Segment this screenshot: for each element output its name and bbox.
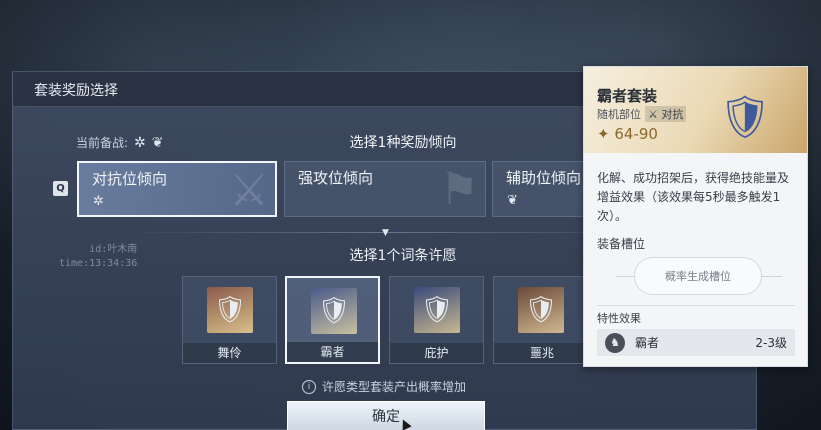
wish-hint: i 许愿类型套装产出概率增加 xyxy=(302,378,466,395)
watermark-info: id:叶木南 time:13:34:36 xyxy=(59,243,137,271)
tooltip-slot-placeholder: 概率生成槽位 xyxy=(634,257,762,295)
trait-emblem-icon: ♞ xyxy=(605,332,625,353)
wish-option-label: 舞伶 xyxy=(183,343,276,363)
wish-option-label: 噩兆 xyxy=(494,343,590,363)
wish-option-overlord[interactable]: 🛡 霸者 xyxy=(285,276,380,364)
tendency-option-confront[interactable]: 对抗位倾向 ✲ ⚔ xyxy=(77,161,277,217)
crossed-swords-icon: ⚔ xyxy=(229,165,269,216)
wish-option-shelter[interactable]: 🛡 庇护 xyxy=(389,276,484,364)
crossed-swords-icon: ⚔ xyxy=(648,108,658,121)
tendency-option-label: 辅助位倾向 xyxy=(506,169,582,187)
watermark-time: time:13:34:36 xyxy=(59,258,138,269)
tooltip-trait-title: 特性效果 xyxy=(597,312,641,325)
lotus-emblem-icon: ❦ xyxy=(507,193,518,208)
tooltip-stat-range: ✦ 64-90 xyxy=(597,125,658,143)
wish-option-omen[interactable]: 🛡 噩兆 xyxy=(493,276,591,364)
tooltip-description: 化解、成功招架后，获得绝技能量及增益效果（该效果每5秒最多触发1次）。 xyxy=(597,171,790,223)
wish-option-label: 庇护 xyxy=(390,343,483,363)
tooltip-slot-type: 随机部位 xyxy=(597,108,641,121)
wish-option-dancer[interactable]: 🛡 舞伶 xyxy=(182,276,277,364)
star-emblem-icon: ✲ xyxy=(134,134,146,151)
armor-piece-icon: 🛡 xyxy=(518,287,564,333)
sparkle-icon: ✦ xyxy=(597,125,610,143)
info-icon: i xyxy=(302,379,316,394)
tendency-title: 选择1种奖励倾向 xyxy=(349,135,457,151)
watermark-id: id:叶木南 xyxy=(89,244,138,255)
lotus-emblem-icon: ❦ xyxy=(151,134,164,151)
tooltip-subinfo: 随机部位 ⚔ 对抗 xyxy=(597,106,687,122)
confirm-button[interactable]: 确定 xyxy=(287,401,485,430)
tendency-option-label: 强攻位倾向 xyxy=(298,169,374,187)
tooltip-divider xyxy=(597,305,795,306)
tendency-option-assault[interactable]: 强攻位倾向 ⚑ xyxy=(284,161,486,217)
slot-connector-line xyxy=(616,276,636,277)
wish-option-label: 霸者 xyxy=(287,342,378,362)
armor-piece-icon: 🛡 xyxy=(718,92,772,141)
tooltip-trait-name: 霸者 xyxy=(635,336,660,350)
armor-piece-icon: 🛡 xyxy=(414,287,460,333)
tooltip-header: 霸者套装 随机部位 ⚔ 对抗 ✦ 64-90 🛡 xyxy=(584,67,807,153)
armor-piece-icon: 🛡 xyxy=(207,287,253,333)
wish-title: 选择1个词条许愿 xyxy=(349,248,457,264)
tooltip-role-label: 对抗 xyxy=(661,108,684,121)
star-emblem-icon: ✲ xyxy=(93,194,104,209)
tendency-option-label: 对抗位倾向 xyxy=(92,170,168,188)
current-loadout-label: 当前备战: xyxy=(76,136,129,150)
hotkey-q-badge: Q xyxy=(53,181,68,196)
set-tooltip-panel: 霸者套装 随机部位 ⚔ 对抗 ✦ 64-90 🛡 化解、成功招架后，获得绝技能量… xyxy=(583,66,808,367)
tooltip-set-name: 霸者套装 xyxy=(597,87,658,105)
slot-connector-line xyxy=(762,276,782,277)
tooltip-trait-row: ♞ 霸者 2-3级 xyxy=(597,329,795,356)
assault-emblem-icon: ⚑ xyxy=(439,164,479,215)
tooltip-range-value: 64-90 xyxy=(614,125,658,143)
tooltip-trait-level: 2-3级 xyxy=(755,336,787,350)
tooltip-role-tag: ⚔ 对抗 xyxy=(645,106,687,122)
armor-piece-icon: 🛡 xyxy=(311,288,357,334)
wish-hint-text: 许愿类型套装产出概率增加 xyxy=(322,380,467,394)
tooltip-slot-title: 装备槽位 xyxy=(597,237,646,251)
divider-marker-icon: ▼ xyxy=(382,228,389,238)
dialog-title: 套装奖励选择 xyxy=(34,83,118,99)
current-loadout: 当前备战: ✲ ❦ xyxy=(76,134,164,151)
